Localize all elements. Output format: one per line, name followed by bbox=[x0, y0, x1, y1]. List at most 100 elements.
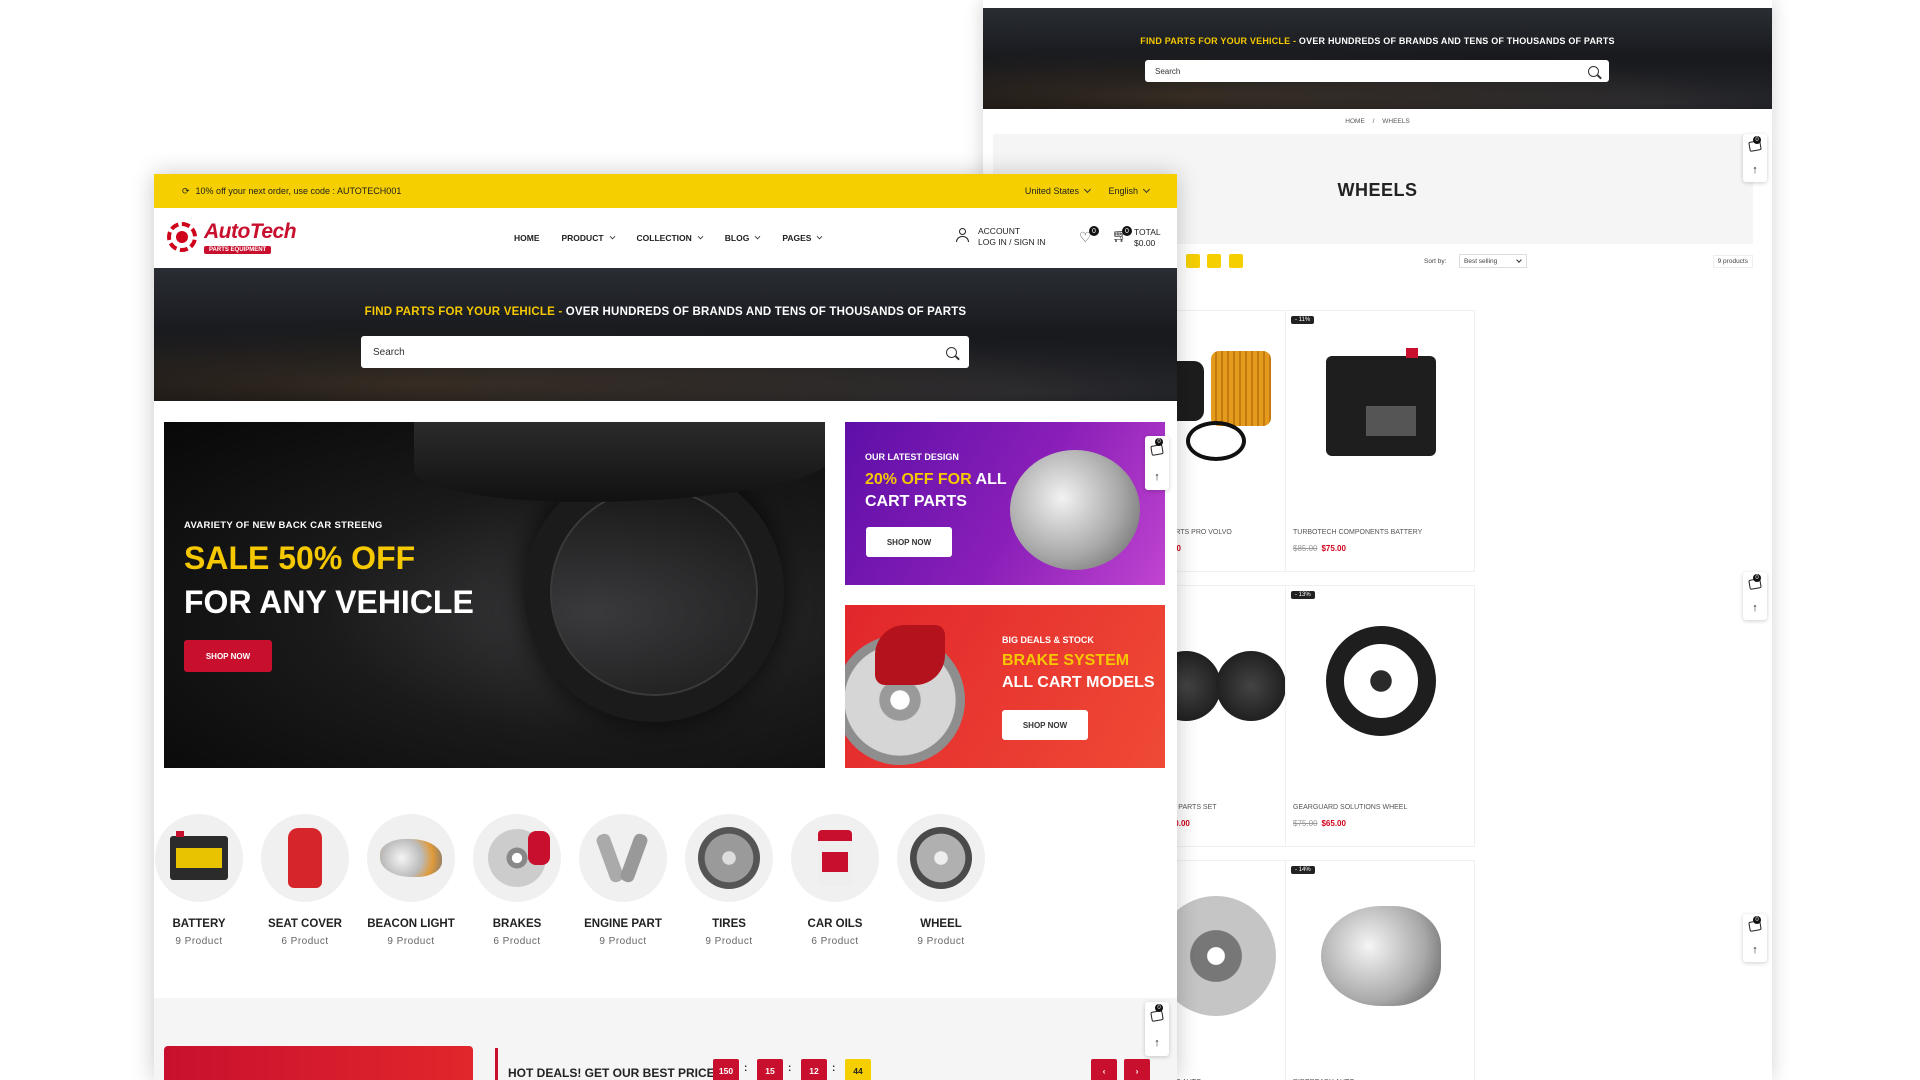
cart-button[interactable]: 🛒︎ 0 TOTAL $0.00 bbox=[1112, 226, 1161, 249]
scroll-top-button[interactable]: ↑ bbox=[1154, 463, 1160, 490]
category-seat-cover[interactable]: SEAT COVER 6 Product bbox=[255, 814, 355, 947]
scroll-top-button[interactable]: ↑ bbox=[1752, 938, 1758, 962]
category-name: SEAT COVER bbox=[268, 918, 342, 930]
category-image[interactable] bbox=[579, 814, 667, 902]
view-grid-3-button[interactable] bbox=[1207, 254, 1221, 268]
chevron-down-icon bbox=[1516, 257, 1522, 263]
main-banner-shop-button[interactable]: SHOP NOW bbox=[184, 640, 272, 672]
nav-item-collection[interactable]: COLLECTION bbox=[636, 233, 704, 243]
brake-caliper-image bbox=[875, 625, 945, 685]
sort-select[interactable]: Best selling bbox=[1459, 254, 1527, 268]
scroll-top-button[interactable]: ↑ bbox=[1752, 596, 1758, 620]
front-search-input[interactable]: Search bbox=[361, 336, 969, 368]
product-image[interactable] bbox=[1286, 881, 1476, 1031]
countdown-hours: 15 bbox=[757, 1059, 783, 1080]
back-search-input[interactable]: Search bbox=[1145, 60, 1609, 82]
cart-label: TOTAL bbox=[1134, 227, 1161, 237]
front-floating-tools-2: 0 ↑ bbox=[1145, 1002, 1169, 1056]
promo2-subheadline: ALL CART MODELS bbox=[1002, 674, 1155, 691]
category-name: BEACON LIGHT bbox=[367, 918, 455, 930]
category-count: 9 Product bbox=[599, 936, 647, 947]
back-floating-tools-2: 0 ↑ bbox=[1743, 572, 1767, 620]
nav-item-home[interactable]: HOME bbox=[514, 233, 540, 243]
promo2-eyebrow: BIG DEALS & STOCK bbox=[1002, 635, 1094, 645]
search-icon[interactable] bbox=[946, 346, 957, 358]
arrow-up-icon: ↑ bbox=[1752, 602, 1758, 614]
category-image[interactable] bbox=[791, 814, 879, 902]
nav-item-label: HOME bbox=[514, 233, 540, 243]
scroll-top-button[interactable]: ↑ bbox=[1752, 158, 1758, 182]
nav-item-label: BLOG bbox=[724, 233, 750, 243]
category-count: 9 Product bbox=[917, 936, 965, 947]
category-count: 6 Product bbox=[493, 936, 541, 947]
logo[interactable]: AutoTech PARTS EQUIPMENT bbox=[154, 208, 304, 268]
promo2-shop-button[interactable]: SHOP NOW bbox=[1002, 710, 1088, 740]
product-image[interactable] bbox=[1286, 606, 1476, 756]
account-line2: LOG IN / SIGN IN bbox=[978, 237, 1046, 247]
view-list-button[interactable] bbox=[1229, 254, 1243, 268]
category-count: 9 Product bbox=[705, 936, 753, 947]
category-name: BRAKES bbox=[492, 918, 542, 930]
deals-next-button[interactable]: › bbox=[1124, 1059, 1150, 1080]
category-image[interactable] bbox=[367, 814, 455, 902]
chevron-left-icon: ‹ bbox=[1102, 1066, 1106, 1076]
promo2-headline: BRAKE SYSTEM bbox=[1002, 652, 1130, 669]
category-image[interactable] bbox=[155, 814, 243, 902]
discount-badge: - 13% bbox=[1291, 591, 1315, 599]
sort-label: Sort by: bbox=[1424, 258, 1447, 265]
main-banner-headline: SALE 50% OFF bbox=[184, 540, 416, 576]
category-battery[interactable]: BATTERY 9 Product bbox=[154, 814, 249, 947]
category-tires[interactable]: TIRES 9 Product bbox=[679, 814, 779, 947]
breadcrumb-home[interactable]: HOME bbox=[1345, 118, 1365, 125]
account-link[interactable]: ACCOUNT LOG IN / SIGN IN bbox=[956, 226, 1046, 248]
product-card[interactable]: - 13% GEARGUARD SOLUTIONS WHEEL $75.00 $65.… bbox=[1285, 585, 1475, 847]
category-car-oils[interactable]: CAR OILS 6 Product bbox=[785, 814, 885, 947]
view-grid-2-button[interactable] bbox=[1186, 254, 1200, 268]
product-card[interactable]: - 14%RIDEREADY AUTO bbox=[1285, 860, 1475, 1080]
nav-item-blog[interactable]: BLOG bbox=[725, 233, 761, 243]
main-banner-eyebrow: AVARIETY OF NEW BACK CAR STREENG bbox=[184, 520, 383, 531]
arrow-up-icon: ↑ bbox=[1154, 470, 1160, 483]
compare-button[interactable]: 0 bbox=[1748, 914, 1762, 938]
countdown-sep: : bbox=[832, 1063, 836, 1074]
category-beacon-light[interactable]: BEACON LIGHT 9 Product bbox=[361, 814, 461, 947]
category-name: CAR OILS bbox=[807, 918, 863, 930]
wishlist-button[interactable]: ♡ 0 bbox=[1079, 226, 1099, 245]
language-select[interactable]: English bbox=[1108, 185, 1151, 196]
category-engine-part[interactable]: ENGINE PART 9 Product bbox=[573, 814, 673, 947]
category-image[interactable] bbox=[685, 814, 773, 902]
category-wheel[interactable]: WHEEL 9 Product bbox=[891, 814, 991, 947]
compare-button[interactable]: 0 bbox=[1150, 1002, 1164, 1029]
nav-item-label: COLLECTION bbox=[636, 233, 692, 243]
scroll-top-button[interactable]: ↑ bbox=[1154, 1029, 1160, 1056]
promo1-shop-button[interactable]: SHOP NOW bbox=[866, 527, 952, 557]
compare-button[interactable]: 0 bbox=[1748, 572, 1762, 596]
category-image[interactable] bbox=[897, 814, 985, 902]
search-icon[interactable] bbox=[1588, 65, 1599, 77]
category-brakes[interactable]: BRAKES 6 Product bbox=[467, 814, 567, 947]
category-name: ENGINE PART bbox=[584, 918, 662, 930]
category-image[interactable] bbox=[473, 814, 561, 902]
deals-prev-button[interactable]: ‹ bbox=[1091, 1059, 1117, 1080]
cart-count: 0 bbox=[1122, 226, 1132, 236]
product-card[interactable]: - 11% TURBOTECH COMPONENTS BATTERY $85.00 $… bbox=[1285, 310, 1475, 572]
discount-badge: - 14% bbox=[1291, 866, 1315, 874]
countdown-sep: : bbox=[788, 1063, 792, 1074]
compare-button[interactable]: 0 bbox=[1150, 436, 1164, 463]
category-image[interactable] bbox=[261, 814, 349, 902]
product-image[interactable] bbox=[1286, 331, 1476, 481]
breadcrumb-current: WHEELS bbox=[1382, 118, 1410, 125]
wishlist-count: 0 bbox=[1089, 226, 1099, 236]
country-select[interactable]: United States bbox=[1025, 185, 1091, 196]
tag-icon: ⟳ bbox=[182, 185, 190, 196]
nav-item-product[interactable]: PRODUCT bbox=[562, 233, 615, 243]
breadcrumb: HOME / WHEELS bbox=[983, 118, 1772, 125]
compare-button[interactable]: 0 bbox=[1748, 134, 1762, 158]
front-hero: FIND PARTS FOR YOUR VEHICLE - OVER HUNDR… bbox=[154, 268, 1177, 401]
nav-item-pages[interactable]: PAGES bbox=[782, 233, 823, 243]
chevron-down-icon bbox=[1142, 185, 1151, 194]
category-count: 9 Product bbox=[175, 936, 223, 947]
dashboard-image bbox=[414, 422, 825, 502]
product-name[interactable]: TURBOTECH COMPONENTS BATTERY bbox=[1293, 529, 1422, 536]
product-name[interactable]: GEARGUARD SOLUTIONS WHEEL bbox=[1293, 804, 1407, 811]
